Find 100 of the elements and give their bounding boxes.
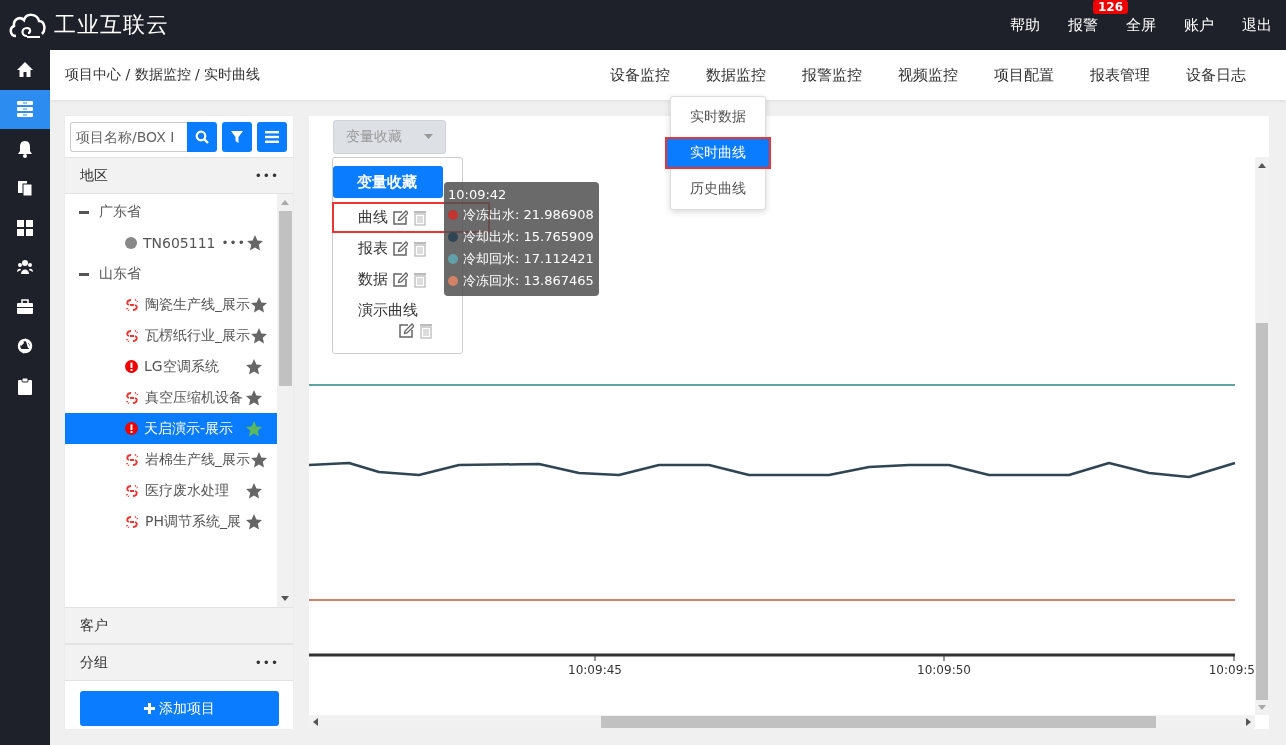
project-name: LG空调系统 xyxy=(144,357,219,376)
trash-icon xyxy=(413,209,427,226)
topbar-link[interactable]: 退出 xyxy=(1228,0,1286,50)
project-name: 天启演示-展示 xyxy=(144,419,234,438)
search-button[interactable] xyxy=(187,122,217,152)
nav-tab[interactable]: 视频监控 xyxy=(880,50,976,100)
nav-tab[interactable]: 设备日志 xyxy=(1168,50,1264,100)
trash-icon xyxy=(413,240,427,257)
breadcrumb: 项目中心 / 数据监控 / 实时曲线 xyxy=(64,66,262,84)
tree-item[interactable]: 瓦楞纸行业_展示 xyxy=(65,320,277,351)
bell-icon xyxy=(16,139,34,158)
tree-item[interactable]: 陶瓷生产线_展示 xyxy=(65,289,277,320)
home-icon xyxy=(16,60,34,79)
nav-tab[interactable]: 设备监控 xyxy=(592,50,688,100)
scroll-up-icon xyxy=(281,200,289,205)
edit-icon xyxy=(392,209,408,226)
scrollbar[interactable] xyxy=(277,194,293,607)
topbar-link[interactable]: 账户 xyxy=(1170,0,1228,50)
tree-item[interactable]: 天启演示-展示 xyxy=(65,413,277,444)
scroll-down-icon xyxy=(281,596,289,601)
sidebar-button[interactable] xyxy=(0,89,50,129)
edit-icon xyxy=(392,240,408,257)
plus-icon xyxy=(144,703,155,714)
broken-link-icon xyxy=(125,452,139,467)
grid-icon xyxy=(16,218,34,237)
search-icon xyxy=(195,130,209,144)
edit-icon xyxy=(398,323,414,339)
more-menu[interactable]: ••• xyxy=(254,168,279,183)
alarm-count-badge: 126 xyxy=(1092,0,1128,14)
scrollbar[interactable] xyxy=(1255,157,1269,715)
section-header[interactable]: 客户 xyxy=(65,607,293,644)
section-title: 分组 xyxy=(80,653,108,672)
broken-link-icon xyxy=(125,483,139,498)
filter-button[interactable] xyxy=(222,122,252,152)
project-name: 瓦楞纸行业_展示 xyxy=(145,326,250,345)
menu-item[interactable]: 报表 xyxy=(332,233,463,264)
edit-icon xyxy=(392,271,408,288)
nav-tab[interactable]: 报警监控 xyxy=(784,50,880,100)
clipboard-icon xyxy=(16,376,34,395)
project-name: TN605111 xyxy=(143,234,216,251)
axis-tick-label: 10:09:5 xyxy=(1208,663,1255,677)
add-project-button[interactable]: 添加项目 xyxy=(80,691,279,726)
scrollbar[interactable] xyxy=(309,715,1255,729)
menu-item[interactable]: 历史曲线 xyxy=(671,173,765,205)
alert-icon xyxy=(125,360,138,373)
broken-link-icon xyxy=(125,328,139,343)
tree-item[interactable]: TN605111 ••• xyxy=(65,227,277,258)
menu-item[interactable]: 演示曲线 xyxy=(332,295,463,345)
menu-item[interactable]: 实时数据 xyxy=(671,101,765,133)
users-icon xyxy=(16,258,34,277)
axis-tick-label: 10:09:45 xyxy=(568,663,622,677)
topbar-link[interactable]: 帮助 xyxy=(996,0,1054,50)
project-name: 真空压缩机设备 xyxy=(145,388,243,407)
section-title: 地区 xyxy=(80,166,108,185)
tree-item[interactable]: LG空调系统 xyxy=(65,351,277,382)
menu-item[interactable]: 变量收藏 xyxy=(333,166,443,198)
section-header[interactable]: 分组 ••• xyxy=(65,644,293,681)
broken-link-icon xyxy=(125,297,139,312)
tree-item[interactable]: 真空压缩机设备 xyxy=(65,382,277,413)
briefcase-icon xyxy=(16,297,34,316)
more-menu[interactable]: ••• xyxy=(254,655,279,670)
project-name: 陶瓷生产线_展示 xyxy=(145,295,250,314)
alert-icon xyxy=(125,422,138,435)
search-field[interactable]: 项目名称/BOX I xyxy=(70,122,187,152)
server-icon xyxy=(16,100,34,119)
app-title: 工业互联云 xyxy=(54,11,169,39)
copy-icon xyxy=(16,179,34,198)
broken-link-icon xyxy=(125,390,139,405)
broken-link-icon xyxy=(125,514,139,529)
project-name: 医疗废水处理 xyxy=(145,481,229,500)
menu-item[interactable]: 实时曲线 xyxy=(665,137,771,169)
scroll-left-icon xyxy=(313,718,318,726)
tree-item[interactable]: PH调节系统_展 xyxy=(65,506,277,537)
trash-icon xyxy=(419,323,433,339)
project-name: 岩棉生产线_展示 xyxy=(145,450,250,469)
filter-icon xyxy=(230,130,244,144)
menu-item[interactable]: 数据 xyxy=(332,264,463,295)
tree-group-label[interactable]: 广东省 xyxy=(99,202,141,221)
nav-tab[interactable]: 项目配置 xyxy=(976,50,1072,100)
scroll-up-icon xyxy=(1258,163,1266,168)
project-name: PH调节系统_展 xyxy=(145,512,241,531)
nav-tab[interactable]: 数据监控 xyxy=(688,50,784,100)
more-menu[interactable]: ••• xyxy=(221,235,246,250)
tooltip-value: 冷冻回水: 13.867465 xyxy=(463,272,594,290)
trash-icon xyxy=(413,271,427,288)
section-header[interactable]: 地区 ••• xyxy=(65,157,293,194)
scroll-down-icon xyxy=(1258,705,1266,710)
menu-button[interactable] xyxy=(257,122,287,152)
section-title: 客户 xyxy=(80,616,108,635)
caret-icon xyxy=(424,134,433,139)
nav-tab[interactable]: 报表管理 xyxy=(1072,50,1168,100)
tree-group-label[interactable]: 山东省 xyxy=(99,264,141,283)
tooltip-time: 10:09:42 xyxy=(448,187,508,202)
tooltip-value: 冷却回水: 17.112421 xyxy=(463,250,594,268)
tree-item[interactable]: 岩棉生产线_展示 xyxy=(65,444,277,475)
scroll-right-icon xyxy=(1246,718,1251,726)
menu-icon xyxy=(265,130,279,144)
status-dot-icon xyxy=(125,236,137,249)
axis-tick-label: 10:09:50 xyxy=(917,663,971,677)
tree-item[interactable]: 医疗废水处理 xyxy=(65,475,277,506)
